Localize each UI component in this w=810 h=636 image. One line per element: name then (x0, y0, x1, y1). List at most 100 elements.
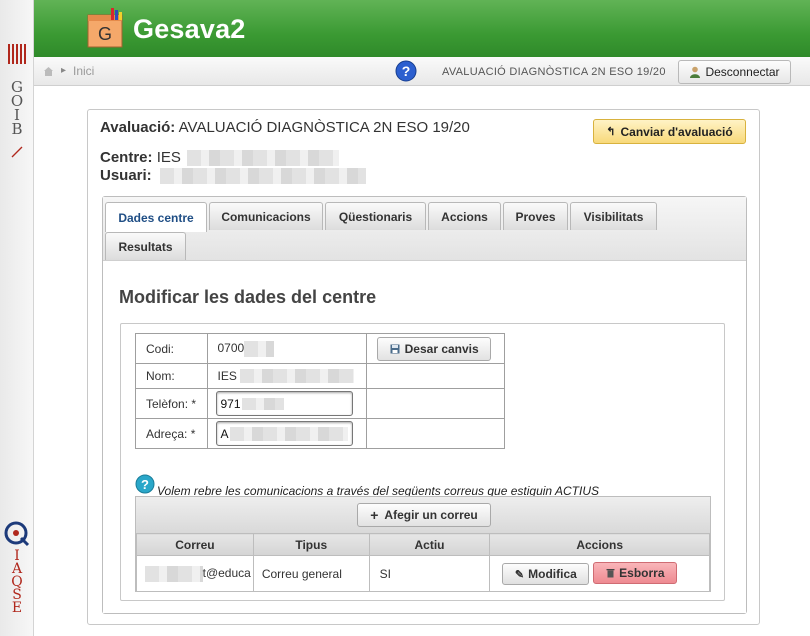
main-panel: Avaluació: AVALUACIÓ DIAGNÒSTICA 2N ESO … (87, 109, 760, 625)
iaqse-logo-icon (4, 521, 30, 547)
nom-value: IES (217, 368, 237, 383)
section-title: Modificar les dades del centre (119, 287, 377, 307)
table-row: Adreça: * A (135, 418, 505, 449)
save-changes-button[interactable]: Desar canvis (377, 336, 492, 361)
breadcrumb-home-link[interactable]: Inici (73, 64, 94, 78)
mail-address-cell: t@educa (136, 555, 254, 592)
telefon-cell: 971 (206, 388, 368, 419)
codi-value: 0700 (217, 340, 245, 355)
tab-resultats[interactable]: Resultats (105, 232, 186, 260)
change-evaluation-label: Canviar d'avaluació (620, 124, 733, 139)
delete-label: Esborra (619, 565, 665, 580)
evaluation-info: Avaluació: AVALUACIÓ DIAGNÒSTICA 2N ESO … (100, 119, 470, 136)
centre-info: Centre: IES (100, 149, 340, 167)
adreca-field[interactable]: A (215, 421, 353, 446)
app-header: G Gesava2 (34, 0, 810, 57)
goib-shield-icon (8, 44, 26, 64)
mail-active: SI (368, 555, 491, 592)
change-evaluation-button[interactable]: ↰ Canviar d'avaluació (593, 119, 746, 144)
save-changes-label: Desar canvis (404, 341, 479, 356)
empty-cell (366, 388, 505, 419)
tab-bar: Dades centre Comunicacions Qüestionaris … (103, 197, 746, 261)
help-icon[interactable]: ? (395, 60, 417, 82)
telefon-label: Telèfon: * (135, 388, 208, 419)
column-header-actiu: Actiu (368, 533, 491, 556)
user-icon (690, 66, 701, 78)
mail-table: Correu Tipus Actiu Accions t@educa Corre… (136, 533, 710, 592)
tab-dades-centre[interactable]: Dades centre (105, 202, 207, 232)
centre-form: Codi: 0700 Desar canvis Nom: IES Telèfon… (120, 323, 725, 601)
current-evaluation-label: AVALUACIÓ DIAGNÒSTICA 2N ESO 19/20 (442, 66, 666, 78)
svg-text:?: ? (141, 477, 149, 492)
help-icon[interactable]: ? (135, 474, 155, 494)
disconnect-button[interactable]: Desconnectar (678, 60, 791, 84)
empty-cell (366, 363, 505, 389)
codi-cell: 0700 (206, 333, 368, 364)
modify-label: Modifica (528, 567, 577, 582)
column-header-tipus: Tipus (252, 533, 370, 556)
redacted-mail (144, 565, 203, 582)
adreca-value: A (220, 426, 229, 441)
goib-slash-icon (11, 146, 23, 158)
table-row: Codi: 0700 Desar canvis (135, 333, 505, 364)
logo-letter: G (98, 24, 112, 44)
gesava-logo-icon[interactable]: G (85, 7, 129, 49)
disconnect-label: Desconnectar (705, 65, 780, 79)
tab-proves[interactable]: Proves (503, 202, 568, 230)
user-info: Usuari: (100, 167, 366, 185)
table-row: t@educa Correu general SI ✎ Modifica Esb… (136, 555, 710, 592)
centre-value: IES (156, 149, 181, 166)
table-row: Telèfon: * 971 (135, 388, 505, 419)
evaluation-value: AVALUACIÓ DIAGNÒSTICA 2N ESO 19/20 (178, 119, 470, 136)
add-mail-label: Afegir un correu (384, 508, 478, 522)
iaqse-letters: I A Q S E (0, 549, 34, 615)
tab-comunicacions[interactable]: Comunicacions (209, 202, 323, 230)
save-cell: Desar canvis (366, 333, 505, 364)
adreca-label: Adreça: * (135, 418, 208, 449)
top-navbar: ▸ Inici ? AVALUACIÓ DIAGNÒSTICA 2N ESO 1… (34, 57, 810, 86)
telefon-value: 971 (220, 396, 241, 411)
empty-cell (366, 418, 505, 449)
back-arrow-icon: ↰ (606, 126, 616, 138)
mail-actions-cell: ✎ Modifica Esborra (489, 555, 710, 592)
adreca-cell: A (206, 418, 368, 449)
user-label: Usuari: (100, 167, 152, 184)
floppy-disk-icon (390, 344, 400, 353)
goib-letters: G O I B (0, 80, 34, 138)
delete-button[interactable]: Esborra (593, 561, 678, 584)
redacted-codi (244, 340, 275, 357)
tab-questionaris[interactable]: Qüestionaris (325, 202, 426, 230)
mail-section: + Afegir un correu Correu Tipus Actiu Ac… (135, 496, 711, 592)
nom-label: Nom: (135, 363, 208, 389)
tabs-container: Dades centre Comunicacions Qüestionaris … (102, 196, 747, 614)
modify-button[interactable]: ✎ Modifica (502, 563, 590, 586)
table-row: Nom: IES (135, 363, 505, 389)
pencil-icon: ✎ (514, 568, 525, 581)
codi-label: Codi: (135, 333, 208, 364)
tab-visibilitats[interactable]: Visibilitats (570, 202, 657, 230)
redacted-user-name (159, 168, 366, 185)
mail-toolbar: + Afegir un correu (136, 497, 710, 533)
goib-letter: B (11, 120, 23, 138)
table-header-row: Correu Tipus Actiu Accions (136, 533, 710, 556)
app-title[interactable]: Gesava2 (133, 14, 246, 45)
redacted-centre-name (187, 150, 340, 167)
mail-type: Correu general (252, 555, 370, 592)
home-icon[interactable] (43, 66, 54, 77)
trash-icon (606, 568, 615, 578)
nom-cell: IES (206, 363, 368, 389)
tab-content-dades-centre: Modificar les dades del centre Codi: 070… (103, 261, 746, 613)
redacted-adreca (229, 426, 348, 441)
mail-address: t@educa (202, 565, 251, 580)
tab-accions[interactable]: Accions (428, 202, 501, 230)
column-header-correu: Correu (136, 533, 254, 556)
telefon-field[interactable]: 971 (215, 391, 353, 416)
svg-text:?: ? (402, 63, 411, 79)
centre-data-table: Codi: 0700 Desar canvis Nom: IES Telèfon… (135, 333, 505, 449)
redacted-telefon (241, 397, 284, 410)
add-mail-button[interactable]: + Afegir un correu (357, 503, 491, 527)
breadcrumb-arrow-icon: ▸ (61, 65, 67, 76)
column-header-accions: Accions (489, 533, 710, 556)
redacted-nom (240, 369, 355, 384)
government-sidebar: G O I B I A Q S E (0, 0, 34, 636)
